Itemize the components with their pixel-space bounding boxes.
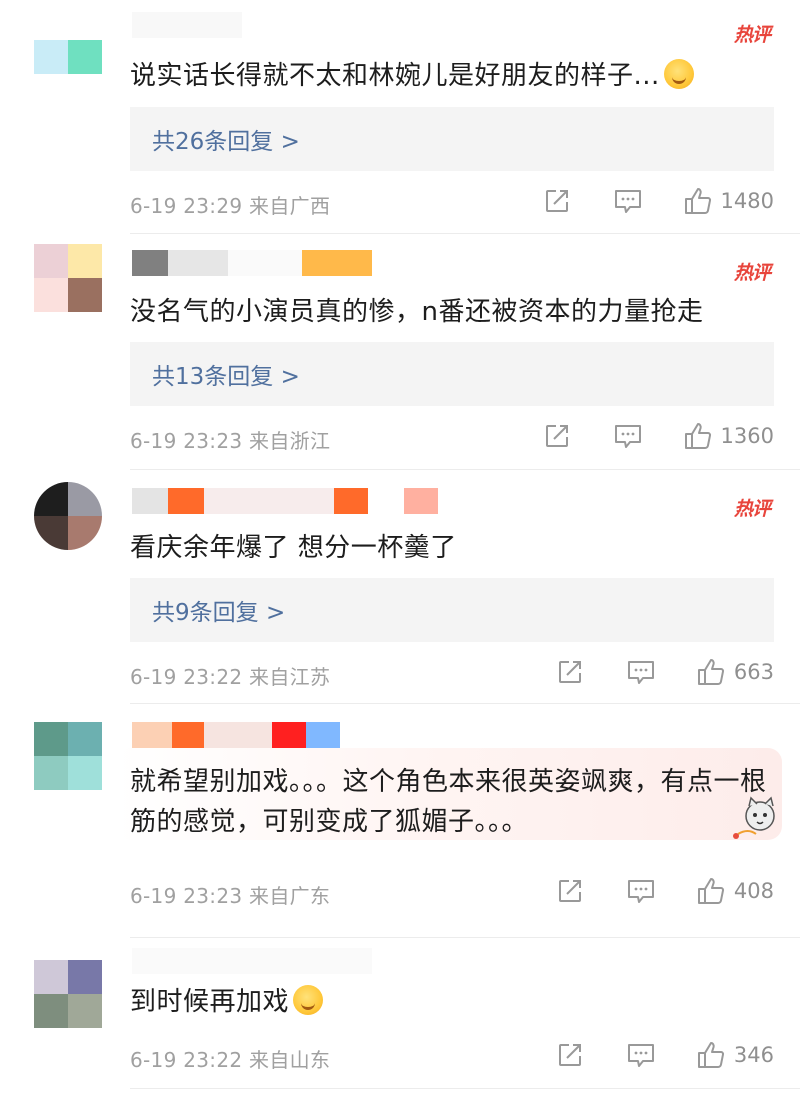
comment-text: 说实话长得就不太和林婉儿是好朋友的样子...: [130, 56, 772, 96]
divider: [130, 1088, 800, 1089]
like-count: 1360: [720, 424, 774, 448]
comment-icon[interactable]: [613, 422, 643, 450]
avatar[interactable]: [34, 482, 102, 550]
hot-comment-badge: 热评: [733, 24, 771, 46]
comment-meta: 6-19 23:29 来自广西: [130, 194, 331, 218]
comment-actions: 663: [556, 657, 774, 687]
comment-text: 到时候再加戏: [130, 982, 772, 1022]
username-blurred[interactable]: [132, 12, 242, 38]
comment-actions: 346: [556, 1040, 774, 1070]
shush-emoji-icon: [293, 985, 324, 1015]
like-thumb-icon[interactable]: [696, 876, 726, 906]
avatar[interactable]: [34, 244, 102, 312]
view-replies-link[interactable]: 共26条回复 >: [130, 107, 774, 171]
like-count: 663: [733, 660, 774, 684]
comment-meta: 6-19 23:22 来自江苏: [130, 665, 331, 689]
comment-icon[interactable]: [626, 877, 656, 905]
share-icon[interactable]: [556, 1041, 584, 1069]
comment-icon[interactable]: [626, 658, 656, 686]
comment-item: 热评 没名气的小演员真的惨，n番还被资本的力量抢走 共13条回复 > 6-19 …: [0, 234, 800, 470]
share-icon[interactable]: [556, 877, 584, 905]
like-count: 1480: [720, 189, 774, 213]
avatar[interactable]: [34, 722, 102, 790]
avatar[interactable]: [34, 960, 102, 1028]
avatar[interactable]: [34, 40, 102, 108]
sweat-smile-emoji-icon: [663, 59, 694, 89]
view-replies-link[interactable]: 共13条回复 >: [130, 342, 774, 406]
like-thumb-icon[interactable]: [683, 421, 713, 451]
like-count: 346: [733, 1043, 774, 1067]
like-thumb-icon[interactable]: [696, 1040, 726, 1070]
comment-actions: 408: [556, 876, 774, 906]
share-icon[interactable]: [543, 422, 571, 450]
share-icon[interactable]: [543, 187, 571, 215]
username-blurred[interactable]: [132, 488, 438, 514]
comment-text: 看庆余年爆了 想分一杯羹了: [130, 533, 457, 563]
comment-meta: 6-19 23:23 来自广东: [130, 884, 331, 908]
comment-item: 热评 说实话长得就不太和林婉儿是好朋友的样子... 共26条回复 > 6-19 …: [0, 0, 800, 234]
username-blurred[interactable]: [132, 722, 340, 748]
hot-comment-badge: 热评: [733, 262, 771, 284]
comment-icon[interactable]: [626, 1041, 656, 1069]
comment-text: 就希望别加戏。。。这个角色本来很英姿飒爽，有点一根筋的感觉，可别变成了狐媚子。。…: [130, 767, 767, 837]
cat-sticker-icon: [732, 796, 782, 840]
like-thumb-icon[interactable]: [696, 657, 726, 687]
comment-item: 到时候再加戏 6-19 23:22 来自山东 346: [0, 938, 800, 1097]
comment-item: 热评 看庆余年爆了 想分一杯羹了 共9条回复 > 6-19 23:22 来自江苏…: [0, 470, 800, 704]
hot-comment-badge: 热评: [733, 498, 771, 520]
comment-meta: 6-19 23:23 来自浙江: [130, 429, 331, 453]
share-icon[interactable]: [556, 658, 584, 686]
username-blurred[interactable]: [132, 948, 372, 974]
like-thumb-icon[interactable]: [683, 186, 713, 216]
like-count: 408: [733, 879, 774, 903]
comment-icon[interactable]: [613, 187, 643, 215]
comment-text: 没名气的小演员真的惨，n番还被资本的力量抢走: [130, 297, 704, 327]
view-replies-link[interactable]: 共9条回复 >: [130, 578, 774, 642]
comment-item: 就希望别加戏。。。这个角色本来很英姿飒爽，有点一根筋的感觉，可别变成了狐媚子。。…: [0, 704, 800, 938]
comment-meta: 6-19 23:22 来自山东: [130, 1048, 331, 1072]
username-blurred[interactable]: [132, 250, 372, 276]
comment-actions: 1480: [543, 186, 774, 216]
comment-actions: 1360: [543, 421, 774, 451]
